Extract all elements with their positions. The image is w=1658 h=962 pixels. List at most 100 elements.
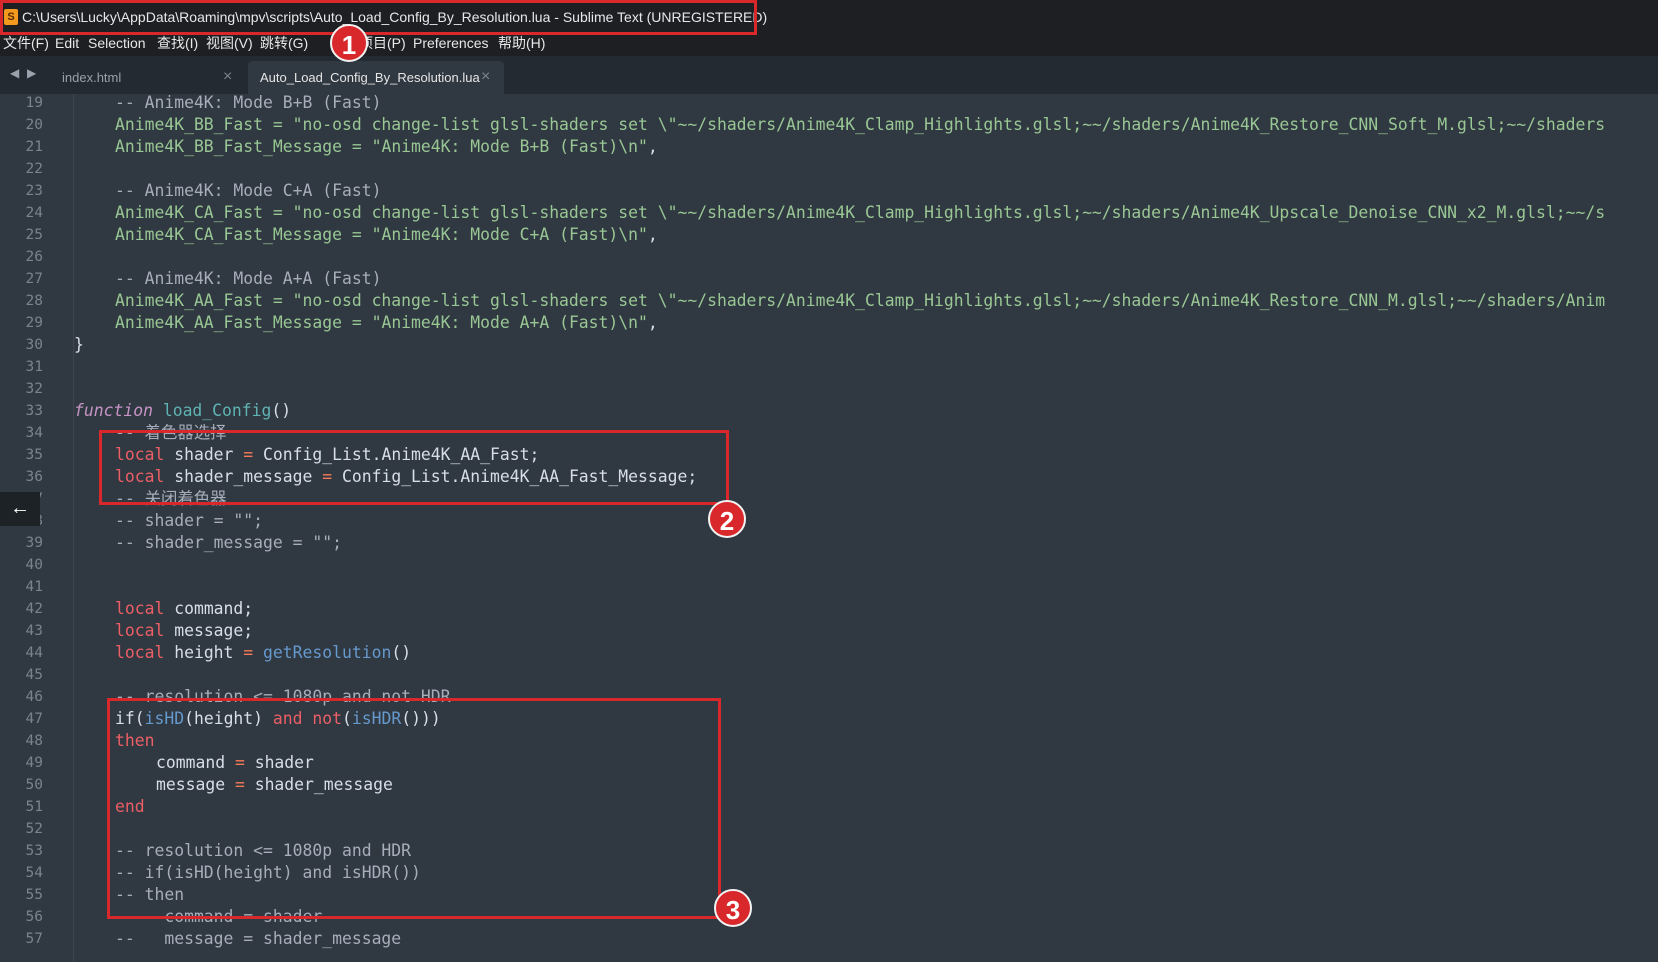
code-line: 43 local message; [0,620,1658,642]
code-token: command; [164,599,254,618]
code-line: 27 -- Anime4K: Mode A+A (Fast) [0,268,1658,290]
line-number: 56 [25,909,43,925]
annotation-box-2 [99,430,729,505]
line-number: 41 [25,579,43,595]
close-icon[interactable]: × [223,68,232,86]
annotation-box-3 [107,698,721,919]
tab-back-icon[interactable]: ◀ [10,66,19,80]
code-line: 39 -- shader_message = ""; [0,532,1658,554]
code-text: Anime4K_BB_Fast = "no-osd change-list gl… [115,114,1605,136]
menu-view[interactable]: 视图(V) [206,34,253,52]
line-number: 52 [25,821,43,837]
menu-edit[interactable]: Edit [55,34,79,52]
line-number: 45 [25,667,43,683]
code-line: 45 [0,664,1658,686]
code-text: -- Anime4K: Mode B+B (Fast) [115,93,382,112]
code-string: "Anime4K: Mode C+A (Fast)\n" [371,225,648,244]
code-token: Anime4K_CA_Fast_Message = [115,225,372,244]
menu-find[interactable]: 查找(I) [157,34,198,52]
line-number: 33 [25,403,43,419]
code-token: Anime4K_AA_Fast = [115,291,293,310]
line-number: 53 [25,843,43,859]
code-token: , [647,225,658,244]
line-number: 31 [25,359,43,375]
menu-help[interactable]: 帮助(H) [498,34,545,52]
code-token: message; [164,621,254,640]
code-text: local command; [115,598,253,620]
menu-bar: 文件(F) Edit Selection 查找(I) 视图(V) 跳转(G) s… [0,34,1658,56]
code-text: -- shader_message = ""; [115,533,342,552]
line-number: 46 [25,689,43,705]
code-text: Anime4K_CA_Fast_Message = "Anime4K: Mode… [115,224,658,246]
line-number: 25 [25,227,43,243]
code-string: "no-osd change-list glsl-shaders set \"~… [292,115,1606,134]
code-text: Anime4K_CA_Fast = "no-osd change-list gl… [115,202,1605,224]
line-number: 36 [25,469,43,485]
line-number: 42 [25,601,43,617]
code-line: 29 Anime4K_AA_Fast_Message = "Anime4K: M… [0,312,1658,334]
code-line: 32 [0,378,1658,400]
line-number: 32 [25,381,43,397]
menu-goto[interactable]: 跳转(G) [260,34,308,52]
code-token: Anime4K_BB_Fast_Message = [115,137,372,156]
code-text: local height = getResolution() [115,642,411,664]
menu-file[interactable]: 文件(F) [3,34,49,52]
code-text: } [74,335,84,354]
line-number: 34 [25,425,43,441]
code-text: -- message = shader_message [115,929,402,948]
line-number: 19 [25,95,43,111]
code-line: 19 -- Anime4K: Mode B+B (Fast) [0,92,1658,114]
code-text: local message; [115,620,253,642]
line-number: 21 [25,139,43,155]
code-token: Anime4K_AA_Fast_Message = [115,313,372,332]
code-line: 31 [0,356,1658,378]
line-number: 22 [25,161,43,177]
back-arrow-icon[interactable]: ← [0,492,40,526]
code-line: 22 [0,158,1658,180]
tab-bar: ◀ ▶ index.html × Auto_Load_Config_By_Res… [0,56,1658,94]
menu-preferences[interactable]: Preferences [413,34,488,52]
code-token: Anime4K_CA_Fast = [115,203,293,222]
code-text: -- shader = ""; [115,511,264,530]
code-text: -- Anime4K: Mode C+A (Fast) [115,181,382,200]
line-number: 27 [25,271,43,287]
line-number: 39 [25,535,43,551]
line-number: 44 [25,645,43,661]
line-number: 49 [25,755,43,771]
code-token: , [647,313,658,332]
tab-label: index.html [62,70,122,85]
tab-forward-icon[interactable]: ▶ [27,66,36,80]
close-icon[interactable]: × [481,68,490,86]
code-line: 25 Anime4K_CA_Fast_Message = "Anime4K: M… [0,224,1658,246]
code-string: "no-osd change-list glsl-shaders set \"~… [292,203,1606,222]
code-line: 30 } [0,334,1658,356]
code-line: 40 [0,554,1658,576]
line-number: 48 [25,733,43,749]
code-line: 28 Anime4K_AA_Fast = "no-osd change-list… [0,290,1658,312]
tab-index-html[interactable]: index.html × [48,61,244,94]
tab-auto-load-config[interactable]: Auto_Load_Config_By_Resolution.lua × [248,61,504,94]
code-line: 41 [0,576,1658,598]
line-number: 30 [25,337,43,353]
line-number: 54 [25,865,43,881]
code-token: , [647,137,658,156]
code-keyword: local [115,643,165,662]
code-line: 33 function load_Config() [0,400,1658,422]
line-number: 29 [25,315,43,331]
code-line: 21 Anime4K_BB_Fast_Message = "Anime4K: M… [0,136,1658,158]
function-call: getResolution [253,643,392,662]
code-line: 24 Anime4K_CA_Fast = "no-osd change-list… [0,202,1658,224]
line-number: 26 [25,249,43,265]
line-number: 20 [25,117,43,133]
line-number: 40 [25,557,43,573]
line-number: 50 [25,777,43,793]
code-line: 44 local height = getResolution() [0,642,1658,664]
code-line: 23 -- Anime4K: Mode C+A (Fast) [0,180,1658,202]
annotation-marker-3: 3 [714,889,752,927]
line-number: 23 [25,183,43,199]
menu-selection[interactable]: Selection [88,34,146,52]
code-string: "no-osd change-list glsl-shaders set \"~… [292,291,1606,310]
code-text: -- Anime4K: Mode A+A (Fast) [115,269,382,288]
annotation-box-1 [0,0,757,35]
function-name: load_Config [162,401,272,420]
